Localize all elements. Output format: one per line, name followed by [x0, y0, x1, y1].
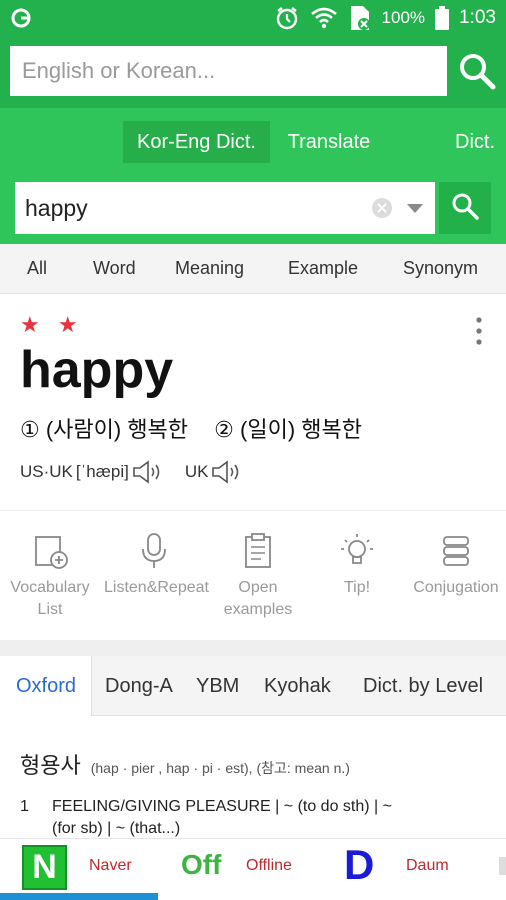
clipboard-icon [238, 531, 278, 571]
tip-button[interactable]: Tip! [307, 531, 407, 599]
lightbulb-icon [337, 531, 377, 571]
tab-dict[interactable]: Dict. [444, 121, 506, 163]
pron-us-label: US·UK [20, 462, 73, 481]
battery-percent: 100% [381, 8, 426, 27]
tab-label: Kor-Eng Dict. [137, 130, 256, 153]
query-search-button[interactable] [439, 182, 491, 234]
top-search-placeholder: English or Korean... [22, 58, 216, 83]
tab-label: YBM [196, 674, 240, 697]
tab-label: Dict. by Level [363, 674, 484, 697]
pronunciation-row: US·UK [ˈhæpi] UK [20, 460, 242, 484]
offline-logo[interactable]: Off [181, 849, 221, 881]
sense-text-continued: (for sb) | ~ (that...) [52, 820, 181, 837]
meanings-line: ① (사람이) 행복한 ② (일이) 행복한 [20, 412, 362, 444]
tab-label: Translate [287, 130, 371, 153]
top-search-input[interactable]: English or Korean... [10, 46, 447, 96]
wifi-icon [310, 7, 338, 29]
meaning-2: ② (일이) 행복한 [214, 417, 362, 442]
filter-word[interactable]: Word [93, 258, 136, 279]
filter-example[interactable]: Example [288, 258, 358, 279]
speaker-icon[interactable] [131, 460, 163, 484]
naver-label[interactable]: Naver [89, 857, 132, 875]
vocabulary-list-button[interactable]: Vocabulary List [0, 531, 100, 621]
search-icon[interactable] [456, 50, 498, 92]
importance-stars: ★ ★ [20, 312, 84, 337]
part-of-speech-row: 형용사 (hap · pier , hap · pi · est), (참고: … [20, 748, 350, 780]
daum-logo[interactable]: D [344, 841, 374, 889]
conjugation-button[interactable]: Conjugation [406, 531, 506, 599]
query-input[interactable]: happy [15, 182, 435, 234]
source-dictionary-tabs: Oxford Dong-A YBM Kyohak Dict. by Level [0, 656, 506, 716]
sim-off-icon [348, 5, 372, 31]
action-label: Open examples [223, 579, 293, 618]
microphone-icon [134, 531, 174, 571]
pron-ipa: [ˈhæpi] [75, 462, 129, 481]
sense-text: FEELING/GIVING PLEASURE | ~ (to do sth) … [52, 798, 392, 815]
stack-icon [436, 531, 476, 571]
tab-oxford[interactable]: Oxford [0, 656, 92, 716]
action-bar: Vocabulary List Listen&Repeat Open examp… [0, 510, 506, 640]
result-filter-tabs: All Word Meaning Example Synonym [0, 244, 506, 294]
action-label: Conjugation [413, 579, 499, 596]
action-label: Vocabulary List [10, 579, 90, 618]
action-label: Tip! [343, 579, 371, 596]
tab-kyohak[interactable]: Kyohak [264, 656, 331, 716]
app-screen: 100% 1:03 English or Korean... Kor-Eng D… [0, 0, 506, 900]
headword: happy [20, 341, 174, 399]
definition-content: 형용사 (hap · pier , hap · pi · est), (참고: … [0, 716, 506, 840]
action-label: Listen&Repeat [104, 579, 209, 596]
speaker-icon[interactable] [210, 460, 242, 484]
meaning-1: ① (사람이) 행복한 [20, 417, 189, 442]
naver-logo-text: N [32, 848, 57, 886]
bottom-source-bar: N Naver Off Offline D Daum [0, 838, 506, 900]
open-examples-button[interactable]: Open examples [208, 531, 308, 621]
filter-meaning[interactable]: Meaning [175, 258, 244, 279]
sense-number: 1 [20, 798, 29, 815]
pron-uk-label: UK [184, 462, 209, 481]
naver-logo[interactable]: N [22, 845, 67, 890]
tab-kor-eng-dict[interactable]: Kor-Eng Dict. [123, 121, 270, 163]
query-search-row: happy [0, 176, 506, 244]
search-icon [450, 191, 480, 226]
dictionary-mode-tabs: Kor-Eng Dict. Translate Dict. [0, 108, 506, 176]
part-of-speech: 형용사 [20, 753, 81, 778]
battery-icon [435, 6, 450, 30]
word-forms: (hap · pier , hap · pi · est), (참고: mean… [90, 760, 350, 776]
tab-dong-a[interactable]: Dong-A [105, 656, 173, 716]
query-value: happy [25, 194, 88, 221]
word-entry: ★ ★ happy ① (사람이) 행복한 ② (일이) 행복한 US·UK [… [0, 294, 506, 510]
alarm-icon [274, 5, 300, 31]
listen-repeat-button[interactable]: Listen&Repeat [104, 531, 209, 599]
section-divider [0, 640, 506, 656]
status-bar: 100% 1:03 [0, 0, 506, 36]
chevron-down-icon[interactable] [405, 201, 425, 215]
scroll-edge [499, 857, 506, 875]
more-options-icon[interactable] [471, 316, 487, 346]
tab-ybm[interactable]: YBM [196, 656, 239, 716]
tab-label: Dong-A [105, 674, 173, 697]
sense-row: 1 FEELING/GIVING PLEASURE | ~ (to do sth… [20, 798, 392, 816]
filter-synonym[interactable]: Synonym [403, 258, 478, 279]
top-search-bar: English or Korean... [0, 36, 506, 108]
app-notification-icon [10, 7, 32, 29]
filter-all[interactable]: All [27, 258, 47, 279]
tab-label: Oxford [16, 674, 77, 697]
daum-label[interactable]: Daum [406, 857, 449, 875]
tab-dict-by-level[interactable]: Dict. by Level [363, 656, 483, 716]
load-progress-bar [0, 893, 158, 900]
offline-label[interactable]: Offline [246, 857, 292, 875]
tab-translate[interactable]: Translate [270, 121, 388, 163]
tab-label: Kyohak [264, 674, 331, 697]
add-to-vocabulary-icon [30, 531, 70, 571]
clear-icon[interactable] [371, 197, 393, 219]
tab-label: Dict. [455, 130, 495, 153]
clock-time: 1:03 [459, 7, 496, 28]
